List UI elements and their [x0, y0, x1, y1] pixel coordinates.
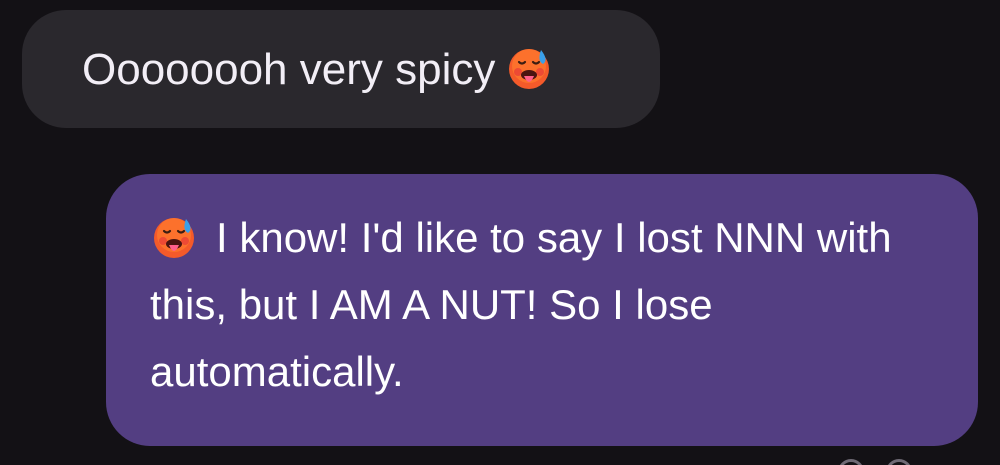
reaction-icon	[886, 459, 912, 465]
incoming-message-text: Oooooooh very spicy	[82, 45, 496, 94]
hot-face-emoji-icon	[150, 213, 198, 261]
hot-face-emoji-icon	[505, 44, 553, 92]
message-status-icons	[830, 452, 950, 465]
outgoing-message-bubble[interactable]: I know! I'd like to say I lost NNN with …	[106, 174, 978, 446]
outgoing-message-text: I know! I'd like to say I lost NNN with …	[150, 214, 892, 395]
incoming-message-bubble[interactable]: Oooooooh very spicy	[22, 10, 660, 128]
read-receipt-icon	[838, 459, 864, 465]
